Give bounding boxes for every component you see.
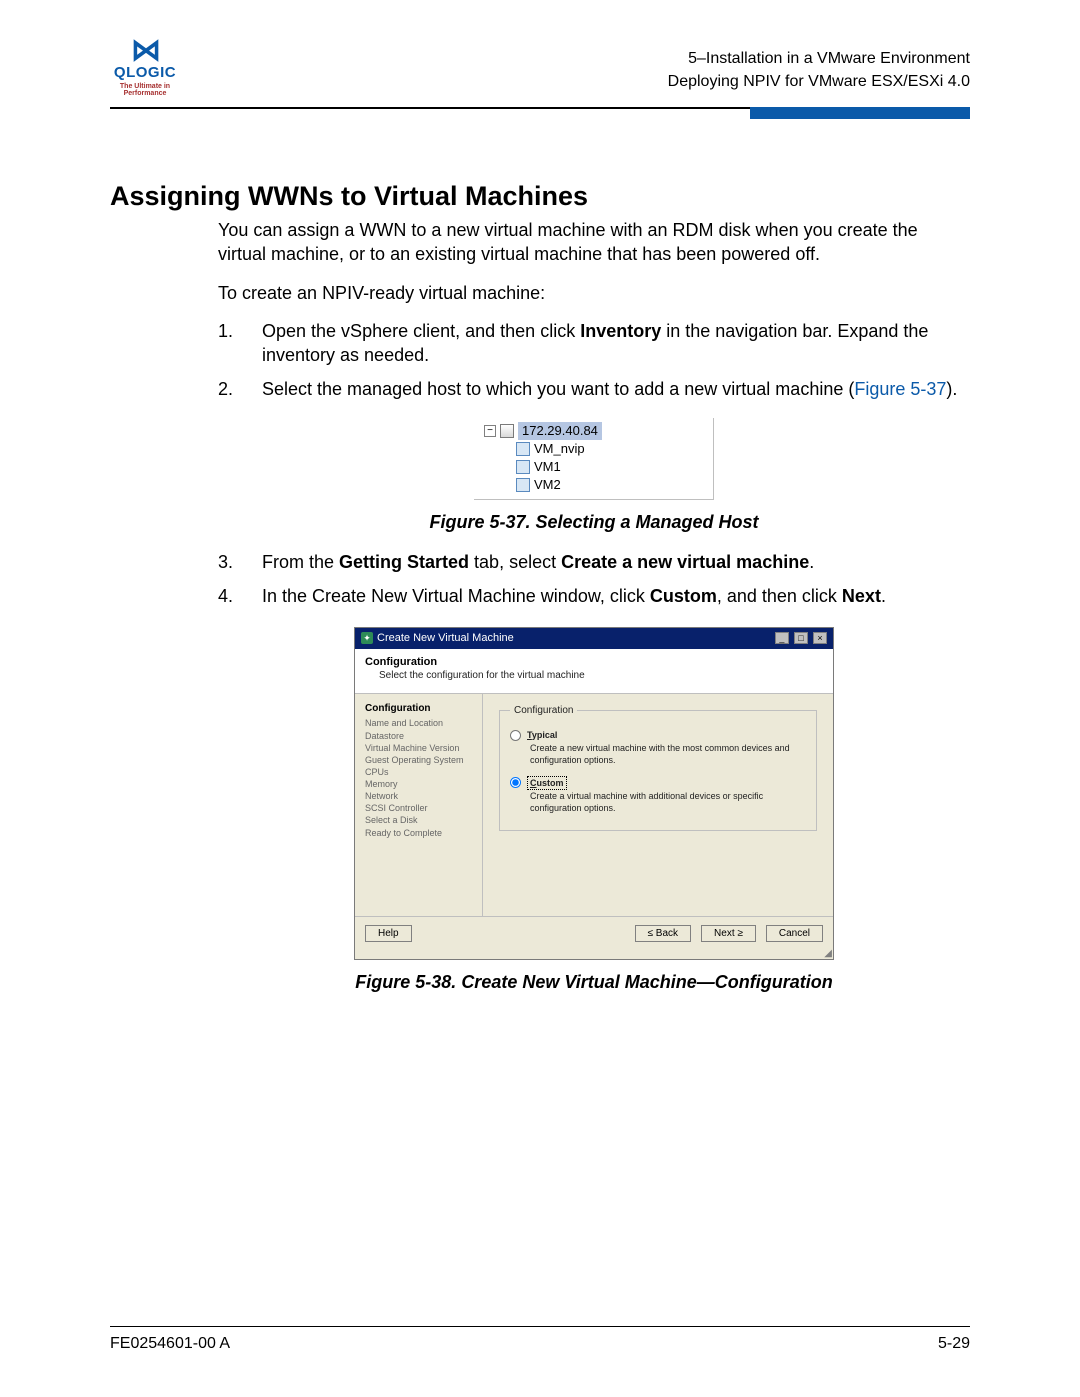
radio-typical-label[interactable]: TTypicalypical: [527, 729, 557, 741]
nav-item[interactable]: Guest Operating System: [365, 754, 478, 766]
nav-item[interactable]: Ready to Complete: [365, 827, 478, 839]
tree-collapse-icon[interactable]: −: [484, 425, 496, 437]
header-section: Deploying NPIV for VMware ESX/ESXi 4.0: [668, 70, 970, 93]
app-icon: ✦: [361, 632, 373, 644]
nav-item[interactable]: Select a Disk: [365, 814, 478, 826]
brand-logo: ⋈ QLOGIC The Ultimate in Performance: [110, 36, 180, 97]
help-button[interactable]: Help: [365, 925, 412, 942]
figure-5-37-caption: Figure 5-37. Selecting a Managed Host: [218, 510, 970, 534]
vm-icon: [516, 460, 530, 474]
footer-doc-id: FE0254601-00 A: [110, 1335, 230, 1353]
nav-item[interactable]: Virtual Machine Version: [365, 742, 478, 754]
wizard-subheading: Select the configuration for the virtual…: [365, 669, 823, 683]
radio-typical[interactable]: [510, 730, 521, 741]
ui-term-next: Next: [842, 586, 881, 606]
nav-item[interactable]: Network: [365, 790, 478, 802]
figure-ref-5-37[interactable]: Figure 5-37: [854, 379, 946, 399]
nav-item[interactable]: Datastore: [365, 730, 478, 742]
footer-page-number: 5-29: [938, 1335, 970, 1353]
radio-custom-label[interactable]: CCustomustom: [527, 776, 567, 790]
step-number: 2.: [218, 377, 238, 401]
brand-name: QLOGIC: [110, 64, 180, 81]
figure-5-38-caption: Figure 5-38. Create New Virtual Machine—…: [218, 970, 970, 994]
figure-5-38-wizard: ✦ Create New Virtual Machine _ □ × Confi…: [354, 627, 834, 960]
radio-custom[interactable]: [510, 777, 521, 788]
step-2: 2. Select the managed host to which you …: [218, 377, 970, 401]
wizard-heading: Configuration: [365, 655, 823, 670]
brand-tagline: The Ultimate in Performance: [110, 83, 180, 97]
resize-grip-icon[interactable]: ◢: [355, 950, 833, 959]
nav-item[interactable]: Memory: [365, 778, 478, 790]
groupbox-title: Configuration: [510, 704, 577, 718]
wizard-nav: Configuration Name and Location Datastor…: [355, 694, 483, 916]
next-button[interactable]: Next ≥: [701, 925, 756, 942]
logo-glyph-icon: ⋈: [110, 36, 180, 66]
step-number: 3.: [218, 550, 238, 574]
nav-item-configuration[interactable]: Configuration: [365, 702, 478, 716]
cancel-button[interactable]: Cancel: [766, 925, 823, 942]
close-icon[interactable]: ×: [813, 632, 827, 644]
nav-item[interactable]: SCSI Controller: [365, 802, 478, 814]
tree-vm-item[interactable]: VM_nvip: [534, 440, 585, 458]
typical-description: Create a new virtual machine with the mo…: [510, 742, 806, 772]
vm-icon: [516, 442, 530, 456]
vm-icon: [516, 478, 530, 492]
page-title: Assigning WWNs to Virtual Machines: [110, 181, 970, 212]
custom-description: Create a virtual machine with additional…: [510, 790, 806, 820]
footer-rule: [110, 1326, 970, 1327]
ui-term-create-new-vm: Create a new virtual machine: [561, 552, 809, 572]
maximize-icon[interactable]: □: [794, 632, 808, 644]
minimize-icon[interactable]: _: [775, 632, 789, 644]
nav-item[interactable]: Name and Location: [365, 717, 478, 729]
host-icon: [500, 424, 514, 438]
tree-vm-item[interactable]: VM1: [534, 458, 561, 476]
step-3: 3. From the Getting Started tab, select …: [218, 550, 970, 574]
nav-item[interactable]: CPUs: [365, 766, 478, 778]
tree-vm-item[interactable]: VM2: [534, 476, 561, 494]
step-number: 4.: [218, 584, 238, 608]
step-4: 4. In the Create New Virtual Machine win…: [218, 584, 970, 608]
back-button[interactable]: ≤ Back: [635, 925, 692, 942]
figure-5-37-tree: − 172.29.40.84 VM_nvip VM1 VM2: [474, 418, 714, 500]
intro-paragraph: You can assign a WWN to a new virtual ma…: [218, 218, 970, 267]
ui-term-custom: Custom: [650, 586, 717, 606]
tree-host-selected[interactable]: 172.29.40.84: [518, 422, 602, 440]
ui-term-getting-started: Getting Started: [339, 552, 469, 572]
window-title: Create New Virtual Machine: [377, 631, 514, 646]
ui-term-inventory: Inventory: [580, 321, 661, 341]
intro-lead-in: To create an NPIV-ready virtual machine:: [218, 281, 970, 305]
header-chapter: 5–Installation in a VMware Environment: [668, 47, 970, 70]
step-number: 1.: [218, 319, 238, 368]
step-1: 1. Open the vSphere client, and then cli…: [218, 319, 970, 368]
header-accent-bar: [750, 107, 970, 119]
